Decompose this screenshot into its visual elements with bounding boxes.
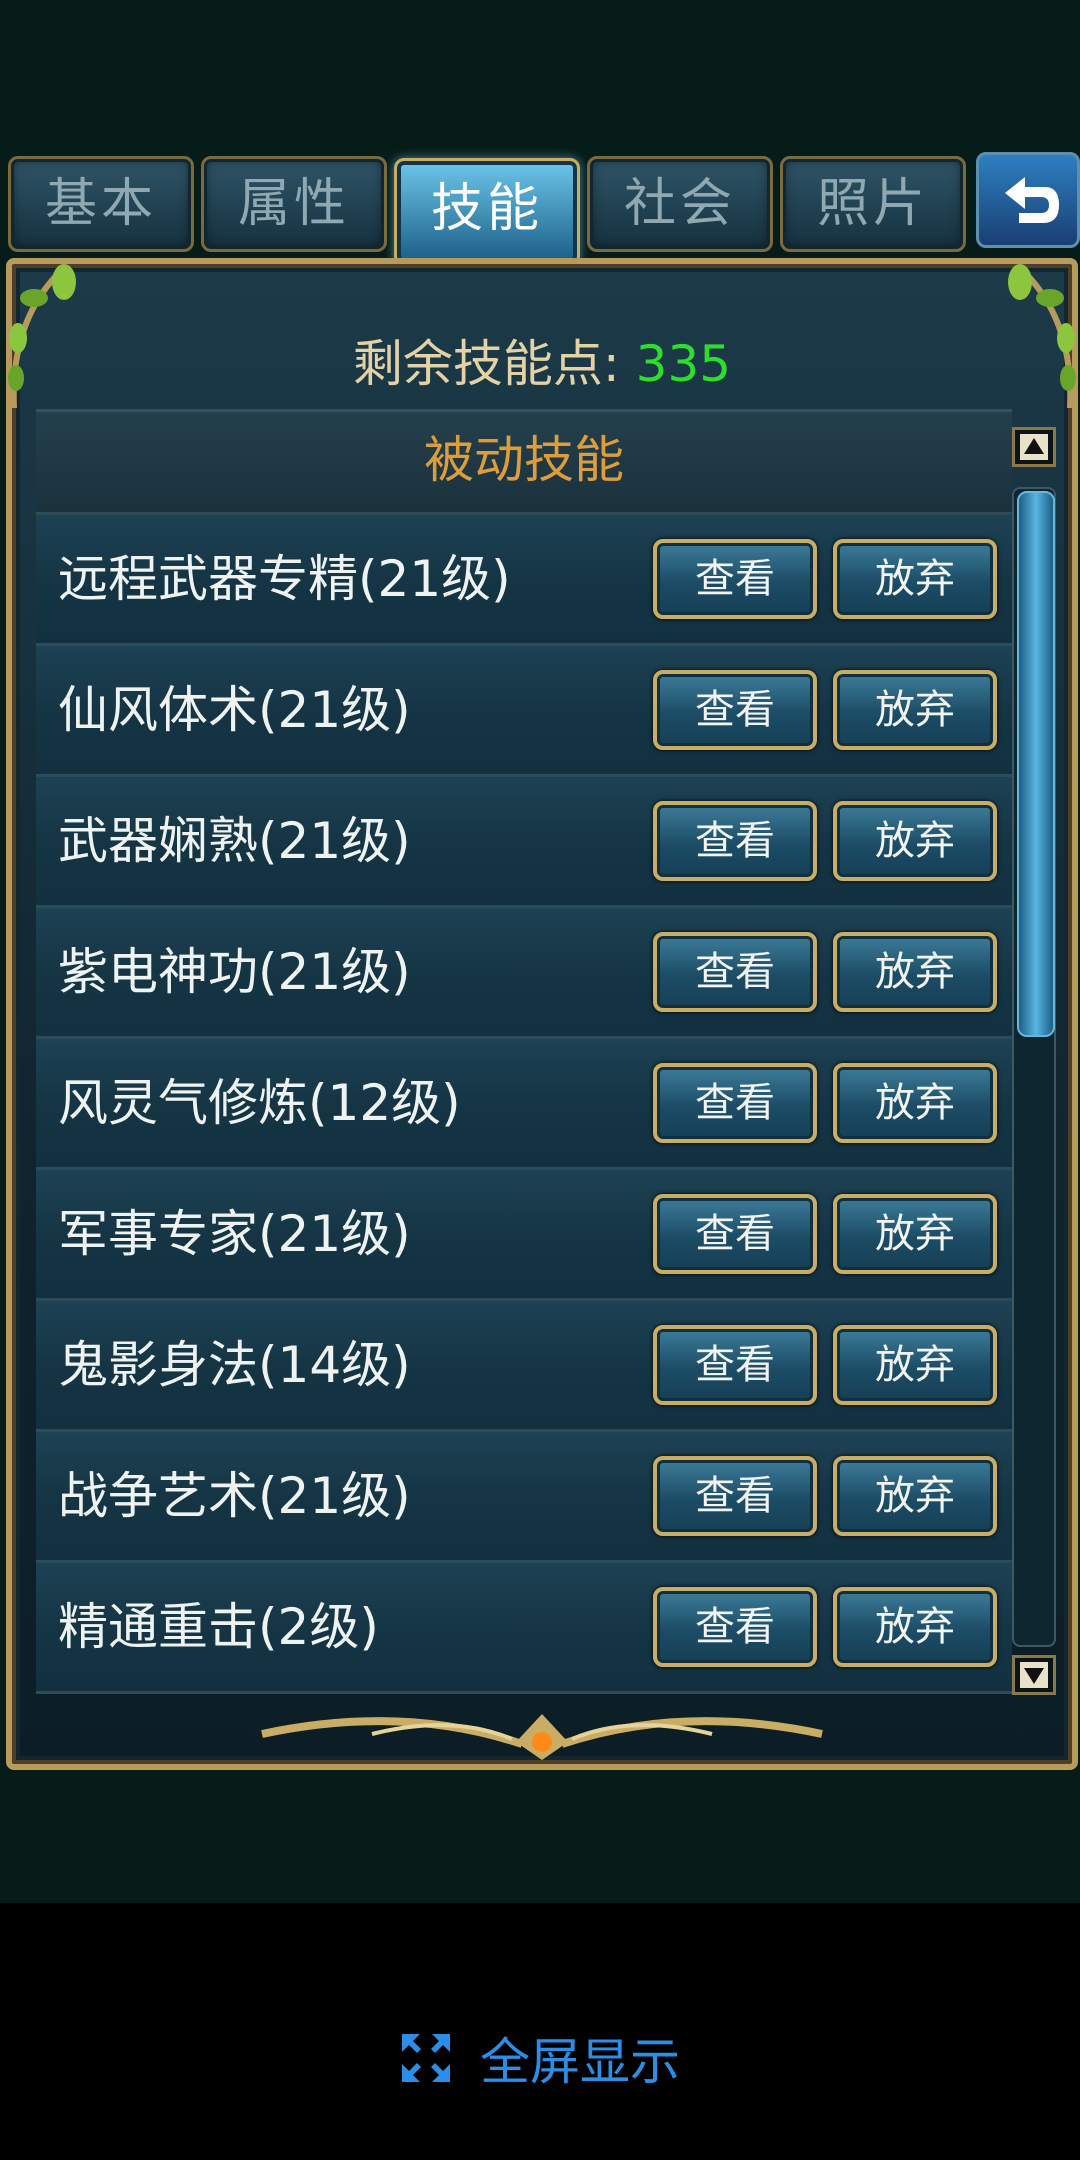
skill-row: 仙风体术(21级) 查看 放弃	[36, 646, 1012, 777]
view-button[interactable]: 查看	[653, 1456, 817, 1536]
abandon-button[interactable]: 放弃	[833, 1325, 997, 1405]
skill-row: 紫电神功(21级) 查看 放弃	[36, 908, 1012, 1039]
skill-row: 远程武器专精(21级) 查看 放弃	[36, 515, 1012, 646]
triangle-down-icon	[1020, 1662, 1048, 1688]
skill-row: 鬼影身法(14级) 查看 放弃	[36, 1301, 1012, 1432]
skill-name: 鬼影身法(14级)	[58, 1336, 411, 1394]
remaining-skill-points: 剩余技能点: 335	[12, 324, 1072, 396]
tab-social[interactable]: 社会	[587, 156, 773, 252]
abandon-button[interactable]: 放弃	[833, 1063, 997, 1143]
skill-row: 精通重击(2级) 查看 放弃	[36, 1563, 1012, 1694]
skill-name: 精通重击(2级)	[58, 1598, 379, 1656]
abandon-button[interactable]: 放弃	[833, 1456, 997, 1536]
view-button[interactable]: 查看	[653, 539, 817, 619]
skill-name: 武器娴熟(21级)	[58, 812, 411, 870]
scroll-up-button[interactable]	[1012, 427, 1056, 467]
view-button[interactable]: 查看	[653, 1194, 817, 1274]
skill-name: 战争艺术(21级)	[58, 1467, 411, 1525]
back-arrow-icon	[1005, 177, 1059, 223]
triangle-up-icon	[1020, 434, 1048, 460]
skill-points-value: 335	[635, 335, 732, 393]
back-button[interactable]	[976, 152, 1080, 248]
view-button[interactable]: 查看	[653, 670, 817, 750]
fullscreen-label: 全屏显示	[480, 2033, 680, 2091]
view-button[interactable]: 查看	[653, 1587, 817, 1667]
skill-name: 仙风体术(21级)	[58, 681, 411, 739]
skill-list: 被动技能 远程武器专精(21级) 查看 放弃 仙风体术(21级) 查看 放弃 武…	[36, 409, 1012, 1747]
skill-name: 风灵气修炼(12级)	[58, 1074, 461, 1132]
skill-name: 远程武器专精(21级)	[58, 550, 511, 608]
passive-skills-header: 被动技能	[36, 412, 1012, 515]
scroll-down-button[interactable]	[1012, 1655, 1056, 1695]
tab-photos[interactable]: 照片	[780, 156, 966, 252]
view-button[interactable]: 查看	[653, 1063, 817, 1143]
fullscreen-toggle[interactable]: 全屏显示	[0, 2022, 1080, 2092]
view-button[interactable]: 查看	[653, 932, 817, 1012]
skills-panel: 剩余技能点: 335 被动技能 远程武器专精(21级) 查看 放弃 仙风体术(2…	[6, 258, 1078, 1770]
skill-name: 紫电神功(21级)	[58, 943, 411, 1001]
abandon-button[interactable]: 放弃	[833, 932, 997, 1012]
view-button[interactable]: 查看	[653, 801, 817, 881]
abandon-button[interactable]: 放弃	[833, 1194, 997, 1274]
skill-points-label: 剩余技能点:	[352, 335, 620, 393]
tab-basic[interactable]: 基本	[8, 156, 194, 252]
skill-row: 军事专家(21级) 查看 放弃	[36, 1170, 1012, 1301]
tab-bar: 基本 属性 技能 社会 照片	[4, 148, 1080, 266]
abandon-button[interactable]: 放弃	[833, 801, 997, 881]
gold-ornament-icon	[261, 1714, 823, 1760]
skill-row: 风灵气修炼(12级) 查看 放弃	[36, 1039, 1012, 1170]
tab-skills[interactable]: 技能	[394, 158, 580, 266]
abandon-button[interactable]: 放弃	[833, 1587, 997, 1667]
skill-row: 战争艺术(21级) 查看 放弃	[36, 1432, 1012, 1563]
expand-icon	[402, 2034, 450, 2082]
abandon-button[interactable]: 放弃	[833, 539, 997, 619]
scrollbar-track[interactable]	[1012, 487, 1056, 1647]
scrollbar-thumb[interactable]	[1017, 491, 1055, 1037]
view-button[interactable]: 查看	[653, 1325, 817, 1405]
skill-name: 军事专家(21级)	[58, 1205, 411, 1263]
game-area: 基本 属性 技能 社会 照片 剩余技能点: 335 被动技能 远程武器专精(21…	[0, 0, 1080, 1903]
skill-row: 武器娴熟(21级) 查看 放弃	[36, 777, 1012, 908]
abandon-button[interactable]: 放弃	[833, 670, 997, 750]
tab-attributes[interactable]: 属性	[201, 156, 387, 252]
